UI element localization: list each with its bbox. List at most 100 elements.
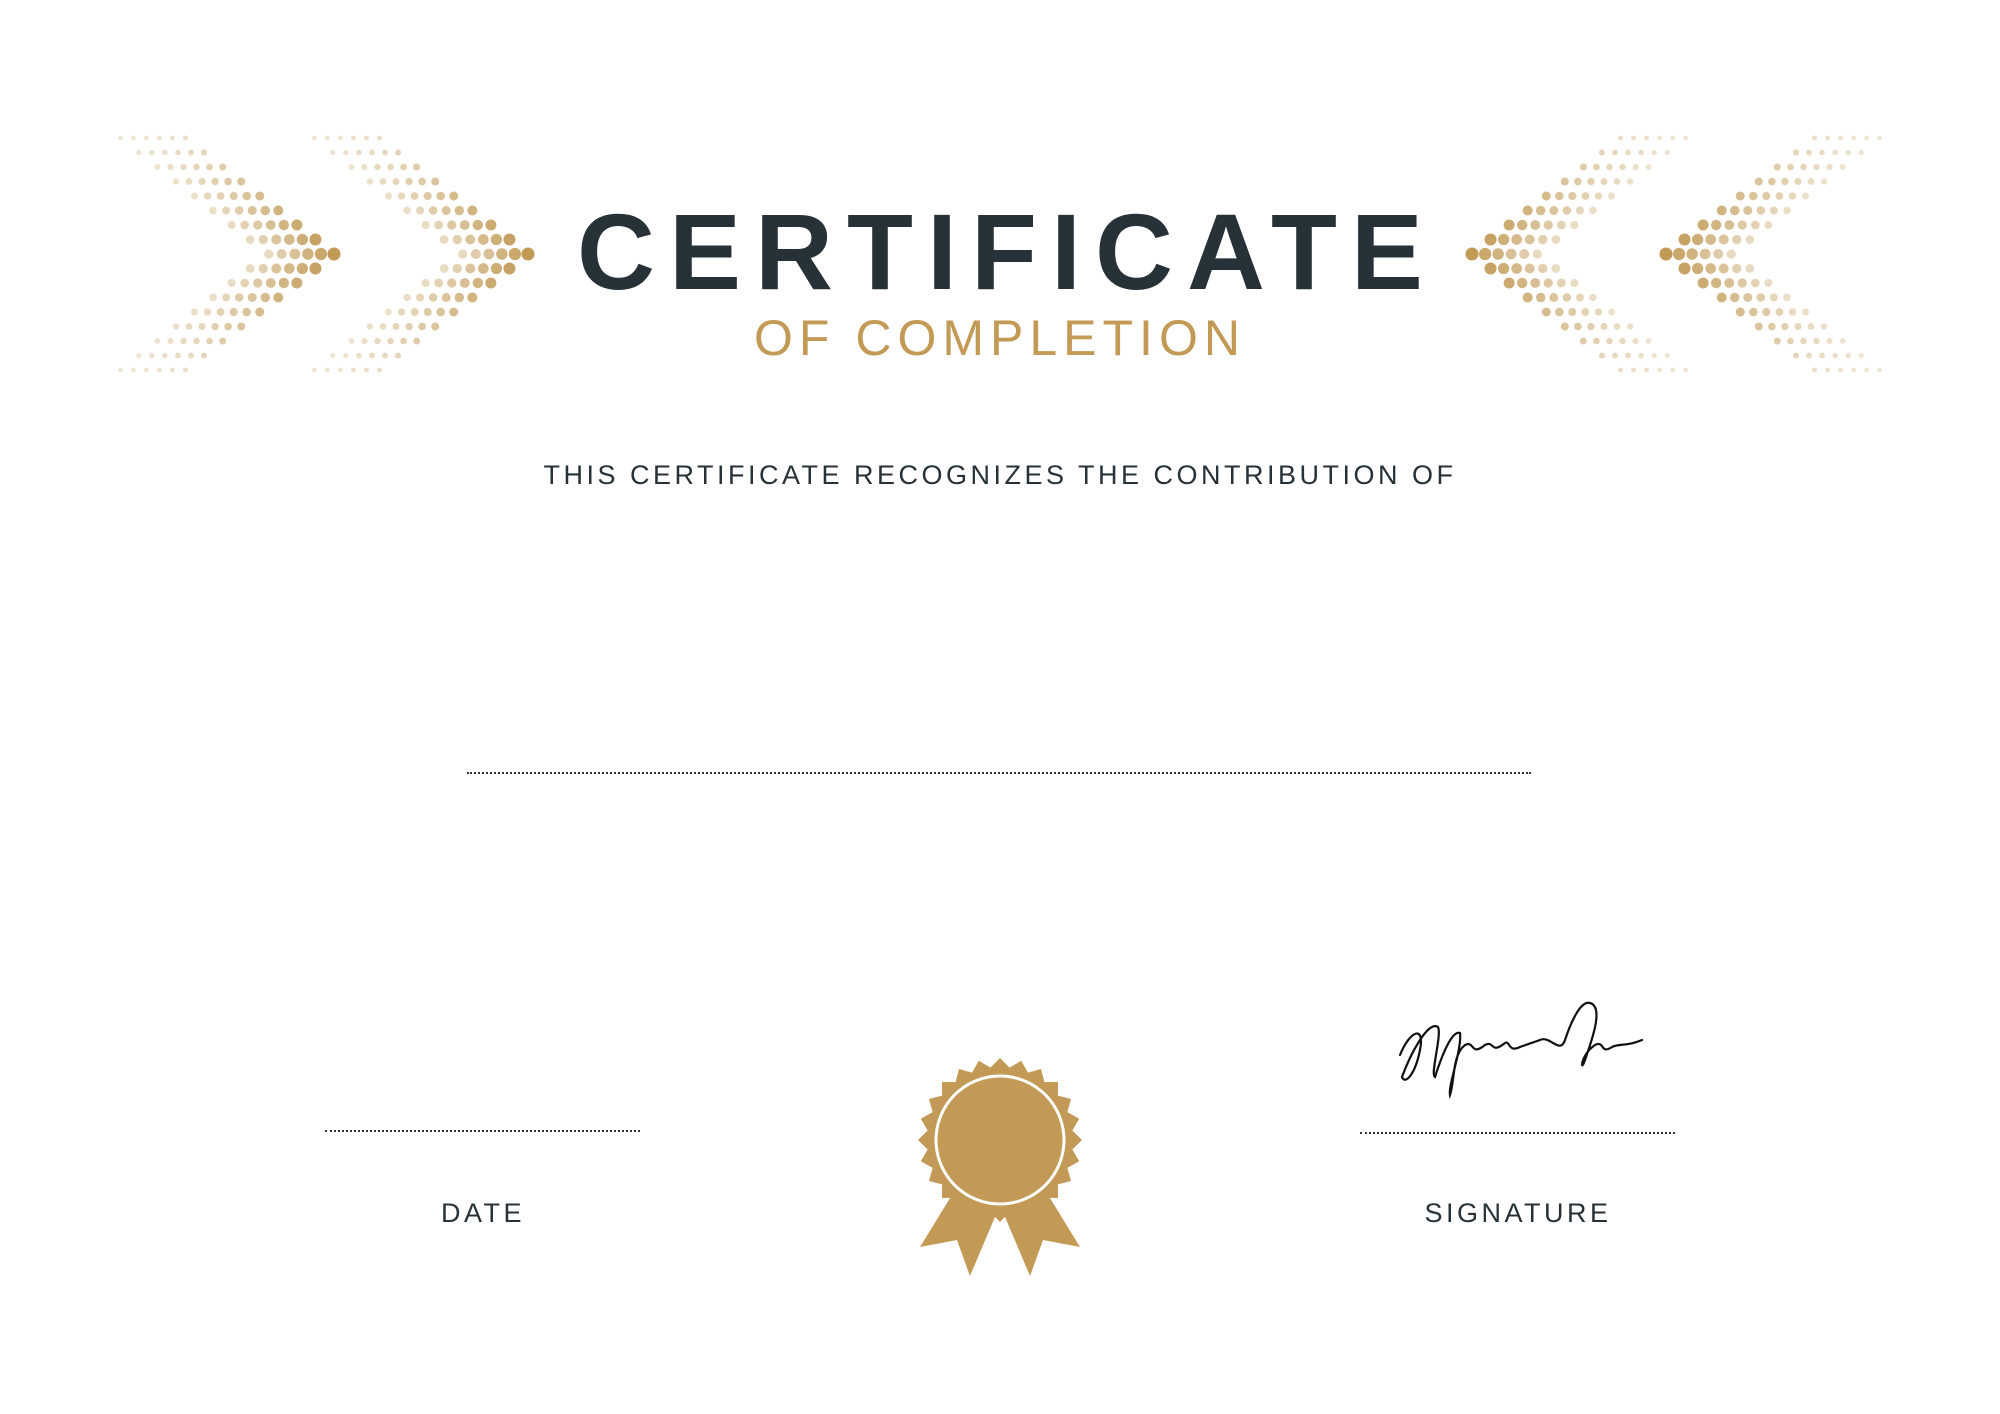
chevron-dot: [219, 163, 227, 171]
chevron-dot: [1657, 135, 1663, 141]
chevron-dot: [1820, 178, 1828, 185]
chevron-dot: [1612, 149, 1618, 156]
chevron-dot: [117, 367, 123, 373]
chevron-dot: [1632, 164, 1639, 170]
chevron-dot: [136, 149, 142, 156]
chevron-dot: [418, 177, 426, 186]
chevron-dot: [366, 178, 374, 185]
chevron-dot: [413, 163, 421, 171]
chevron-dot: [183, 367, 189, 373]
chevron-dot: [175, 149, 181, 156]
chevron-dot: [185, 178, 193, 185]
chevron-dot: [1813, 163, 1820, 171]
chevron-dot: [369, 149, 375, 156]
chevron-dot: [311, 367, 317, 373]
chevron-dot: [172, 178, 180, 185]
chevron-dot: [1811, 135, 1817, 141]
chevron-dot: [1838, 367, 1843, 373]
chevron-dot: [387, 163, 394, 171]
chevron-dot: [143, 367, 149, 373]
chevron-dot: [1683, 135, 1689, 141]
chevron-dot: [211, 177, 219, 186]
chevron-dot: [1619, 163, 1626, 171]
chevron-dot: [183, 135, 189, 141]
chevron-dot: [224, 177, 232, 186]
chevron-dot: [1807, 178, 1815, 185]
chevron-dot: [143, 135, 149, 141]
chevron-dot: [1819, 149, 1825, 156]
chevron-dot: [1858, 149, 1864, 156]
chevron-dot: [1644, 135, 1649, 141]
chevron-dot: [431, 177, 440, 186]
chevron-dot: [1877, 135, 1883, 141]
chevron-dot: [201, 149, 208, 156]
chevron-dot: [162, 149, 168, 156]
chevron-dot: [1579, 163, 1587, 171]
chevron-dot: [351, 367, 356, 373]
chevron-dot: [1651, 149, 1657, 156]
chevron-dot: [149, 149, 155, 156]
chevron-dot: [188, 149, 194, 156]
chevron-dot: [324, 135, 330, 141]
chevron-dot: [1613, 178, 1621, 185]
chevron-dot: [1825, 367, 1830, 373]
chevron-dot: [1773, 163, 1781, 171]
chevron-dot: [130, 135, 136, 141]
chevron-dot: [1864, 367, 1870, 373]
chevron-dot: [198, 178, 206, 185]
seal-starburst: [918, 1058, 1082, 1222]
chevron-dot: [170, 135, 175, 141]
chevron-dot: [1826, 164, 1833, 170]
chevron-dot: [377, 135, 383, 141]
chevron-dot: [1625, 149, 1631, 156]
chevron-dot: [311, 135, 317, 141]
chevron-dot: [193, 163, 200, 171]
chevron-dot: [1638, 149, 1644, 156]
chevron-dot: [351, 135, 356, 141]
chevron-dot: [1683, 367, 1689, 373]
chevron-dot: [343, 149, 349, 156]
recipient-name-line: [467, 772, 1531, 774]
chevron-dot: [392, 178, 400, 185]
chevron-dot: [1560, 177, 1569, 186]
chevron-dot: [237, 177, 246, 186]
chevron-dot: [1864, 135, 1870, 141]
chevron-dot: [117, 135, 123, 141]
chevron-dot: [1670, 367, 1676, 373]
chevron-dot: [1768, 177, 1776, 186]
award-seal-icon: [918, 1058, 1082, 1276]
chevron-dot: [1838, 135, 1843, 141]
chevron-dot: [377, 367, 383, 373]
chevron-dot: [1845, 149, 1851, 156]
chevron-dot: [400, 163, 407, 171]
chevron-dot: [167, 164, 174, 170]
chevron-dot: [382, 149, 388, 156]
chevron-dot: [374, 163, 381, 171]
chevron-dot: [1631, 367, 1636, 373]
chevron-dot: [157, 367, 162, 373]
certificate-subtitle: OF COMPLETION: [754, 310, 1246, 366]
chevron-dot: [1670, 135, 1676, 141]
chevron-dot: [1657, 367, 1663, 373]
chevron-dot: [1645, 164, 1652, 170]
chevron-dot: [1877, 367, 1883, 373]
chevron-dot: [330, 149, 336, 156]
chevron-dot: [1851, 135, 1857, 141]
chevron-dot: [1787, 163, 1794, 171]
chevron-dot: [1754, 177, 1763, 186]
chevron-dot: [1664, 149, 1670, 156]
chevron-dot: [324, 367, 330, 373]
chevron-dot: [1593, 163, 1600, 171]
chevron-dot: [1600, 178, 1608, 185]
chevron-dot: [1598, 149, 1605, 156]
chevron-dot: [1781, 177, 1789, 186]
chevron-dot: [1644, 367, 1649, 373]
signature-line: [1360, 1132, 1675, 1134]
chevron-dot: [1587, 177, 1595, 186]
chevron-dot: [361, 164, 368, 170]
signature-label: SIGNATURE: [1424, 1198, 1612, 1228]
chevron-dot: [337, 135, 343, 141]
chevron-dot: [157, 135, 162, 141]
chevron-dot: [1851, 367, 1857, 373]
chevron-dot: [1617, 135, 1623, 141]
